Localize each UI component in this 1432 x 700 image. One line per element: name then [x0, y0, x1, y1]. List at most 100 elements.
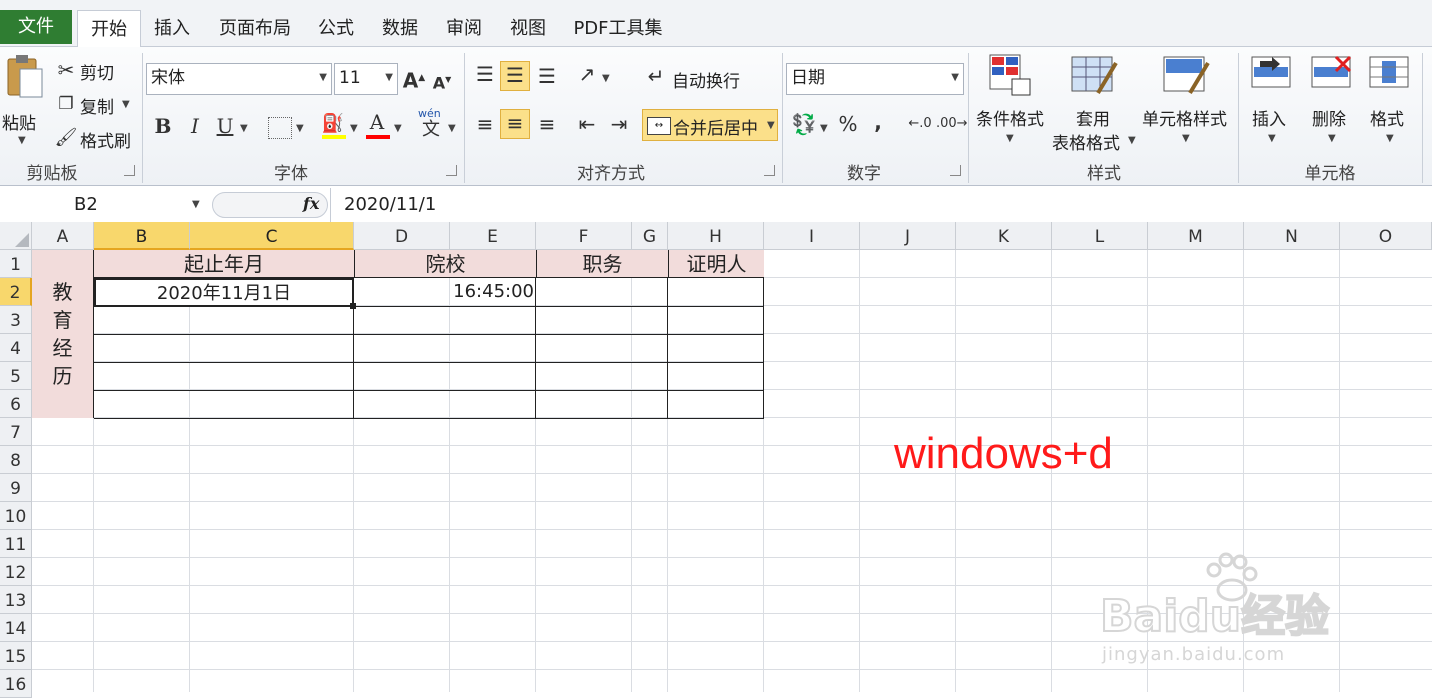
row-header-8[interactable]: 8 — [0, 446, 32, 474]
bold-button[interactable]: B — [150, 113, 176, 139]
decrease-font-icon[interactable]: A▼ — [430, 67, 454, 96]
align-top-icon[interactable]: ☰ — [472, 61, 498, 87]
underline-button[interactable]: U — [212, 113, 238, 139]
row-header-6[interactable]: 6 — [0, 390, 32, 418]
dialog-launcher-icon[interactable]: . — [764, 165, 775, 176]
select-all-corner[interactable] — [0, 222, 32, 250]
column-header-o[interactable]: O — [1340, 222, 1432, 250]
row-header-14[interactable]: 14 — [0, 614, 32, 642]
italic-button[interactable]: I — [182, 113, 208, 139]
column-header-h[interactable]: H — [668, 222, 764, 250]
orientation-icon[interactable]: ↗ — [574, 61, 600, 87]
cell-a1-a6-merged[interactable]: 教 育 经 历 — [32, 250, 94, 418]
format-as-table-button[interactable]: 套用 表格格式 ▼ — [1052, 53, 1138, 154]
cell-b2-selected[interactable]: 2020年11月1日 — [94, 278, 354, 307]
chevron-down-icon[interactable]: ▼ — [820, 123, 828, 134]
font-color-button[interactable]: A — [364, 110, 392, 141]
chevron-down-icon[interactable]: ▼ — [240, 123, 248, 134]
column-header-k[interactable]: K — [956, 222, 1052, 250]
row-header-13[interactable]: 13 — [0, 586, 32, 614]
conditional-format-button[interactable]: 条件格式 ▼ — [974, 53, 1050, 153]
fill-color-button[interactable]: ⛽ — [320, 111, 348, 141]
format-cells-button[interactable]: 格式 ▼ — [1364, 53, 1418, 153]
format-painter-button[interactable]: 🖌 格式刷 — [54, 125, 140, 152]
cell-styles-button[interactable]: 单元格样式 ▼ — [1142, 53, 1234, 153]
column-header-d[interactable]: D — [354, 222, 450, 250]
column-header-l[interactable]: L — [1052, 222, 1148, 250]
phonetic-button[interactable]: wén 文 — [416, 107, 446, 141]
column-header-m[interactable]: M — [1148, 222, 1244, 250]
fx-icon[interactable]: fx — [303, 194, 319, 213]
tab-data[interactable]: 数据 — [374, 10, 426, 44]
row-header-16[interactable]: 16 — [0, 670, 32, 698]
row-header-9[interactable]: 9 — [0, 474, 32, 502]
chevron-down-icon[interactable]: ▼ — [296, 123, 304, 134]
border-icon[interactable] — [268, 117, 292, 139]
comma-button[interactable]: , — [866, 109, 890, 135]
tab-formulas[interactable]: 公式 — [310, 10, 362, 44]
chevron-down-icon[interactable]: ▼ — [350, 123, 358, 134]
tab-review[interactable]: 审阅 — [438, 10, 490, 44]
dialog-launcher-icon[interactable]: . — [124, 165, 135, 176]
cell-b1-c1-header[interactable]: 起止年月 — [94, 250, 354, 278]
font-size-select[interactable]: 11 ▼ — [334, 63, 398, 95]
cut-button[interactable]: ✂ 剪切 — [54, 57, 140, 84]
dialog-launcher-icon[interactable]: . — [950, 165, 961, 176]
cell-h1-header[interactable]: 证明人 — [668, 250, 764, 278]
decrease-indent-icon[interactable]: ⇤ — [574, 111, 600, 137]
row-header-5[interactable]: 5 — [0, 362, 32, 390]
tab-pdf-tools[interactable]: PDF工具集 — [566, 10, 670, 44]
column-header-g[interactable]: G — [632, 222, 668, 250]
dialog-launcher-icon[interactable]: . — [446, 165, 457, 176]
tab-view[interactable]: 视图 — [502, 10, 554, 44]
align-middle-icon[interactable]: ☰ — [500, 61, 530, 91]
row-header-10[interactable]: 10 — [0, 502, 32, 530]
copy-button[interactable]: ❐ 复制 ▼ — [54, 91, 140, 118]
align-bottom-icon[interactable]: ☰ — [534, 63, 560, 89]
column-header-c[interactable]: C — [190, 222, 354, 250]
worksheet-grid[interactable]: A B C D E F G H I J K L M N O 1 2 3 4 5 … — [0, 222, 1432, 698]
column-header-b[interactable]: B — [94, 222, 190, 250]
column-header-n[interactable]: N — [1244, 222, 1340, 250]
column-header-j[interactable]: J — [860, 222, 956, 250]
row-header-11[interactable]: 11 — [0, 530, 32, 558]
insert-cells-button[interactable]: 插入 ▼ — [1246, 53, 1300, 153]
increase-indent-icon[interactable]: ⇥ — [606, 111, 632, 137]
chevron-down-icon[interactable]: ▼ — [192, 192, 200, 218]
chevron-down-icon[interactable]: ▼ — [767, 120, 775, 131]
font-name-select[interactable]: 宋体 ▼ — [146, 63, 332, 95]
cell-f1-g1-header[interactable]: 职务 — [536, 250, 668, 278]
paste-button[interactable]: 粘贴 ▼ — [2, 53, 46, 153]
row-header-12[interactable]: 12 — [0, 558, 32, 586]
name-box[interactable]: B2 ▼ — [0, 192, 208, 218]
row-header-3[interactable]: 3 — [0, 306, 32, 334]
cell-d2[interactable]: 16:45:00 — [356, 278, 534, 306]
row-header-15[interactable]: 15 — [0, 642, 32, 670]
tab-file[interactable]: 文件 — [0, 10, 72, 44]
column-header-f[interactable]: F — [536, 222, 632, 250]
tab-insert[interactable]: 插入 — [146, 10, 198, 44]
currency-icon[interactable]: 💱 — [790, 111, 818, 137]
row-header-4[interactable]: 4 — [0, 334, 32, 362]
column-header-a[interactable]: A — [32, 222, 94, 250]
cell-d1-e1-header[interactable]: 院校 — [354, 250, 536, 278]
percent-button[interactable]: % — [836, 111, 860, 137]
align-center-icon[interactable]: ≡ — [500, 109, 530, 139]
decrease-decimal-icon[interactable]: .00→ — [936, 111, 968, 137]
formula-input[interactable]: 2020/11/1 — [344, 192, 436, 218]
increase-font-icon[interactable]: A▲ — [402, 65, 426, 94]
row-header-1[interactable]: 1 — [0, 250, 32, 278]
column-header-i[interactable]: I — [764, 222, 860, 250]
wrap-text-button[interactable]: ↵ 自动换行 — [644, 63, 774, 93]
chevron-down-icon[interactable]: ▼ — [448, 123, 456, 134]
chevron-down-icon[interactable]: ▼ — [602, 73, 610, 84]
align-left-icon[interactable]: ≡ — [472, 111, 498, 137]
chevron-down-icon[interactable]: ▼ — [394, 123, 402, 134]
column-header-e[interactable]: E — [450, 222, 536, 250]
merge-center-button[interactable]: ↔ 合并后居中 ▼ — [642, 109, 778, 141]
row-header-7[interactable]: 7 — [0, 418, 32, 446]
increase-decimal-icon[interactable]: ←.0 — [906, 111, 934, 137]
row-header-2[interactable]: 2 — [0, 278, 32, 306]
delete-cells-button[interactable]: 删除 ▼ — [1306, 53, 1360, 153]
number-format-select[interactable]: 日期 ▼ — [786, 63, 964, 95]
